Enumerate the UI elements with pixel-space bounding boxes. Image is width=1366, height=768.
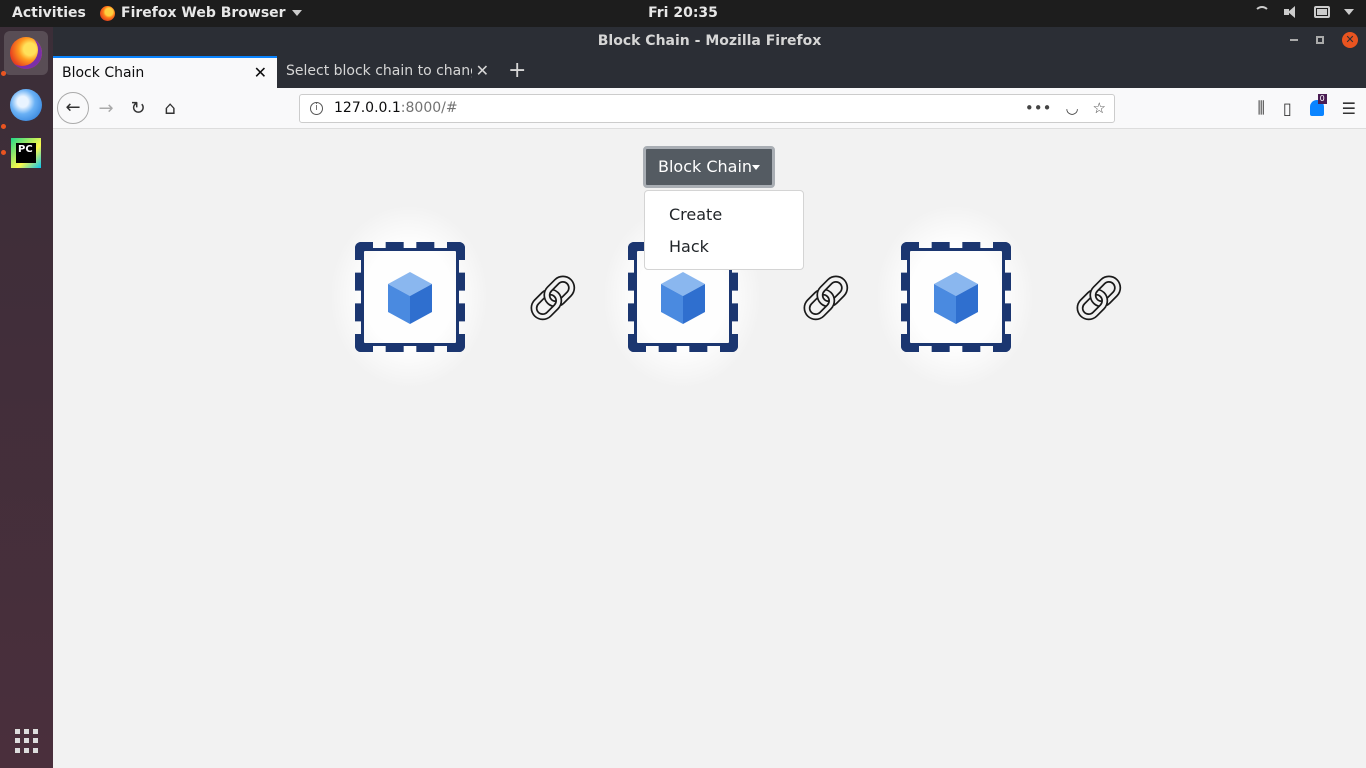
block-chain-dropdown-button[interactable]: Block Chain — [643, 146, 775, 188]
window-titlebar: Block Chain - Mozilla Firefox ✕ — [53, 27, 1366, 55]
menu-hamburger-icon[interactable]: ☰ — [1342, 99, 1356, 118]
file-manager-icon — [10, 89, 42, 121]
activities-button[interactable]: Activities — [12, 5, 86, 21]
dock-files[interactable] — [4, 83, 48, 127]
tab-block-chain[interactable]: Block Chain ✕ — [53, 56, 277, 88]
home-icon[interactable]: ⌂ — [155, 94, 185, 124]
clock[interactable]: Fri 20:35 — [648, 5, 718, 21]
cube-icon — [388, 272, 432, 324]
tab-title: Select block chain to change — [286, 63, 472, 79]
link-icon: 🔗︎ — [525, 273, 581, 324]
menu-item-create[interactable]: Create — [645, 199, 803, 231]
tab-title: Block Chain — [62, 65, 145, 81]
dropdown-label: Block Chain — [658, 157, 753, 176]
dock-firefox[interactable] — [4, 31, 48, 75]
back-icon[interactable]: ← — [57, 92, 89, 124]
cube-icon — [661, 272, 705, 324]
url-bar[interactable]: i 127.0.0.1:8000/# ••• ◡ ☆ — [299, 94, 1115, 123]
app-menu[interactable]: Firefox Web Browser — [100, 5, 302, 21]
pycharm-icon: PC — [11, 138, 41, 168]
close-tab-icon[interactable]: ✕ — [476, 56, 489, 86]
reload-icon[interactable]: ↻ — [123, 94, 153, 124]
battery-icon — [1314, 6, 1330, 18]
app-menu-label: Firefox Web Browser — [121, 5, 286, 21]
menu-item-hack[interactable]: Hack — [645, 231, 803, 263]
close-tab-icon[interactable]: ✕ — [254, 58, 267, 88]
dock: PC — [0, 27, 53, 768]
dock-pycharm[interactable]: PC — [4, 131, 48, 175]
page-content: Block Chain 🔗︎ 🔗︎ 🔗︎ Create Hack — [53, 129, 1366, 768]
maximize-icon[interactable] — [1316, 36, 1324, 44]
window-title: Block Chain - Mozilla Firefox — [597, 33, 822, 49]
caret-down-icon — [752, 165, 760, 170]
system-tray[interactable] — [1254, 6, 1354, 18]
pocket-icon[interactable]: ◡ — [1065, 95, 1078, 122]
sidebar-icon[interactable]: ▯ — [1283, 99, 1292, 118]
library-icon[interactable]: ⫼ — [1257, 98, 1264, 118]
firefox-icon — [100, 5, 115, 21]
block-item — [329, 204, 489, 389]
close-window-icon[interactable]: ✕ — [1342, 32, 1358, 48]
url-path: :8000/# — [400, 100, 458, 116]
volume-icon — [1284, 6, 1300, 18]
link-icon: 🔗︎ — [798, 273, 854, 324]
link-icon: 🔗︎ — [1071, 273, 1127, 324]
show-applications-icon[interactable] — [15, 729, 39, 753]
nav-toolbar: ← → ↻ ⌂ i 127.0.0.1:8000/# ••• ◡ ☆ ⫼ ▯ 0… — [53, 88, 1366, 129]
block-chain-dropdown-menu: Create Hack — [644, 190, 804, 270]
new-tab-icon[interactable]: + — [508, 57, 526, 85]
system-top-bar: Activities Firefox Web Browser Fri 20:35 — [0, 0, 1366, 27]
wifi-icon — [1254, 6, 1270, 18]
extension-ghost-icon[interactable]: 0 — [1309, 94, 1327, 116]
cube-icon — [934, 272, 978, 324]
firefox-icon — [10, 37, 42, 69]
tab-select-block-chain[interactable]: Select block chain to change ✕ — [277, 56, 499, 88]
forward-icon[interactable]: → — [91, 94, 121, 124]
site-info-icon[interactable]: i — [310, 102, 323, 115]
chevron-down-icon — [291, 10, 302, 16]
url-host: 127.0.0.1 — [334, 100, 401, 116]
extension-badge: 0 — [1317, 94, 1327, 104]
block-item — [875, 204, 1035, 389]
firefox-window: Block Chain - Mozilla Firefox ✕ Block Ch… — [53, 27, 1366, 768]
bookmark-star-icon[interactable]: ☆ — [1093, 95, 1106, 122]
minimize-icon[interactable] — [1290, 39, 1298, 41]
chevron-down-icon — [1344, 9, 1354, 15]
tab-bar: Block Chain ✕ Select block chain to chan… — [53, 55, 1366, 88]
page-actions-icon[interactable]: ••• — [1025, 95, 1052, 122]
